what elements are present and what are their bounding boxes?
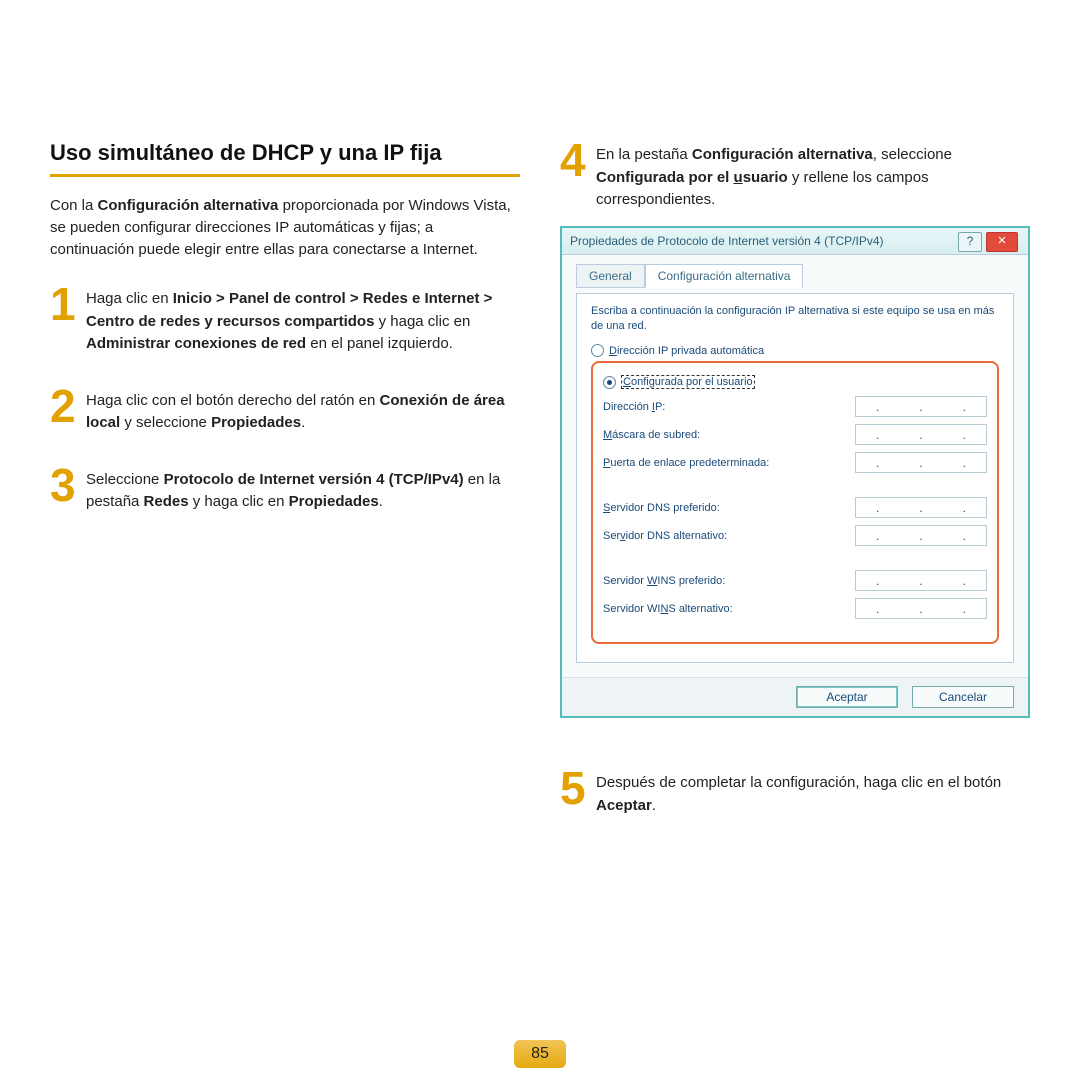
close-icon[interactable]: ✕ [986,232,1018,252]
page-number: 85 [514,1040,566,1068]
ip-input[interactable]: ... [855,396,987,417]
field-dns1: Servidor DNS preferido: ... [603,497,987,518]
properties-dialog: Propiedades de Protocolo de Internet ver… [560,226,1030,719]
step-5: 5 Después de completar la configuración,… [560,768,1030,817]
mask-input[interactable]: ... [855,424,987,445]
field-wins1: Servidor WINS preferido: ... [603,570,987,591]
step-1: 1 Haga clic en Inicio > Panel de control… [50,284,520,356]
field-dns2: Servidor DNS alternativo: ... [603,525,987,546]
section-title: Uso simultáneo de DHCP y una IP fija [50,140,520,166]
tab-general[interactable]: General [576,264,645,288]
intro-paragraph: Con la Configuración alternativa proporc… [50,195,520,260]
step-number: 1 [50,284,80,325]
gateway-input[interactable]: ... [855,452,987,473]
highlight-box: Configurada por el usuario Dirección IP:… [591,361,999,644]
step-3: 3 Seleccione Protocolo de Internet versi… [50,465,520,514]
dialog-instruction: Escriba a continuación la configuración … [591,304,999,335]
cancel-button[interactable]: Cancelar [912,686,1014,708]
radio-user-config[interactable]: Configurada por el usuario [603,375,987,389]
step-number: 3 [50,465,80,506]
help-icon[interactable]: ? [958,232,982,252]
dns2-input[interactable]: ... [855,525,987,546]
field-gateway: Puerta de enlace predeterminada: ... [603,452,987,473]
wins1-input[interactable]: ... [855,570,987,591]
title-rule [50,174,520,177]
field-mask: Máscara de subred: ... [603,424,987,445]
step-number: 5 [560,768,590,809]
ok-button[interactable]: Aceptar [796,686,898,708]
dialog-button-row: Aceptar Cancelar [562,677,1028,716]
radio-icon [603,376,616,389]
radio-icon [591,344,604,357]
field-wins2: Servidor WINS alternativo: ... [603,598,987,619]
step-number: 4 [560,140,590,181]
dialog-tabs: GeneralConfiguración alternativa [576,263,1014,289]
wins2-input[interactable]: ... [855,598,987,619]
tab-alt-config[interactable]: Configuración alternativa [645,264,804,288]
dns1-input[interactable]: ... [855,497,987,518]
step-4: 4 En la pestaña Configuración alternativ… [560,140,1030,212]
radio-auto-ip[interactable]: Dirección IP privada automática [591,344,999,357]
dialog-titlebar: Propiedades de Protocolo de Internet ver… [562,228,1028,255]
field-ip: Dirección IP: ... [603,396,987,417]
dialog-title-text: Propiedades de Protocolo de Internet ver… [570,234,884,248]
step-2: 2 Haga clic con el botón derecho del rat… [50,386,520,435]
step-number: 2 [50,386,80,427]
